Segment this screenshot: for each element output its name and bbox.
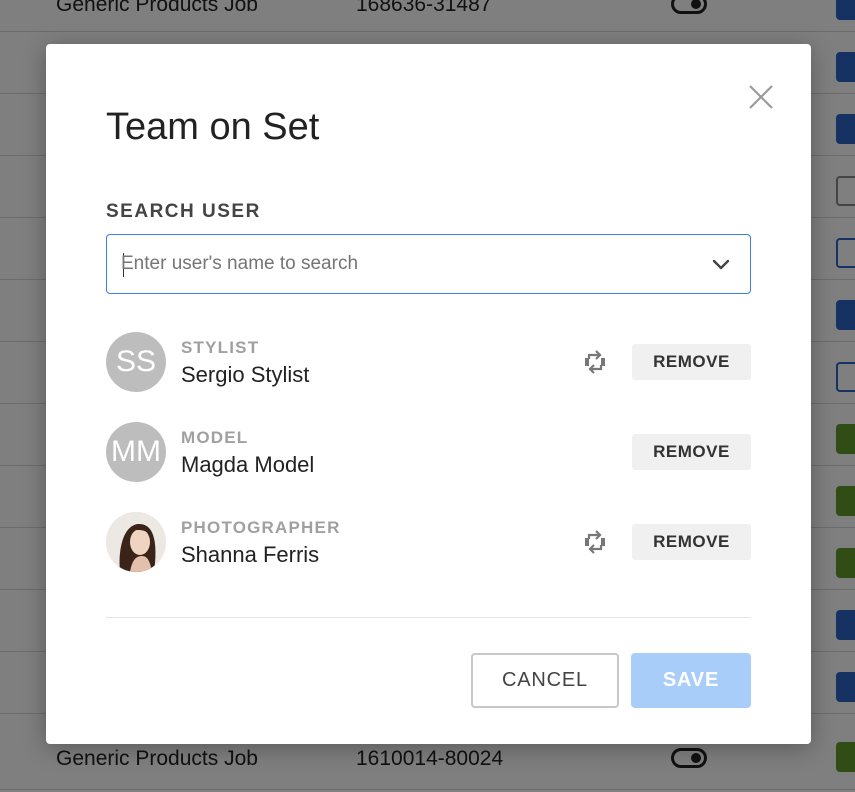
search-input[interactable] xyxy=(121,235,681,293)
team-member-row: PHOTOGRAPHER Shanna Ferris REMOVE xyxy=(106,512,751,572)
member-name: Sergio Stylist xyxy=(181,362,310,387)
member-name: Magda Model xyxy=(181,452,315,477)
avatar: MM xyxy=(106,422,166,482)
member-name: Shanna Ferris xyxy=(181,542,320,567)
close-icon xyxy=(749,85,773,109)
cancel-button[interactable]: CANCEL xyxy=(471,653,619,708)
save-button[interactable]: SAVE xyxy=(631,653,751,708)
avatar: SS xyxy=(106,332,166,392)
member-role: PHOTOGRAPHER xyxy=(181,518,341,537)
team-member-row: SS STYLIST Sergio Stylist REMOVE xyxy=(106,332,751,392)
chevron-down-icon[interactable] xyxy=(709,253,733,277)
swap-icon[interactable] xyxy=(583,349,607,375)
remove-button[interactable]: REMOVE xyxy=(632,524,751,560)
remove-button[interactable]: REMOVE xyxy=(632,344,751,380)
member-role: STYLIST xyxy=(181,338,260,357)
search-user-label: SEARCH USER xyxy=(106,201,261,222)
search-user-field[interactable] xyxy=(106,234,751,294)
divider xyxy=(106,617,751,618)
dialog-title: Team on Set xyxy=(106,106,320,148)
member-role: MODEL xyxy=(181,428,249,447)
avatar xyxy=(106,512,166,572)
swap-icon[interactable] xyxy=(583,529,607,555)
user-photo-icon xyxy=(106,512,166,572)
close-button[interactable] xyxy=(748,84,774,110)
team-on-set-dialog: Team on Set SEARCH USER SS STYLIST Sergi… xyxy=(46,44,811,744)
team-member-row: MM MODEL Magda Model REMOVE xyxy=(106,422,751,482)
remove-button[interactable]: REMOVE xyxy=(632,434,751,470)
